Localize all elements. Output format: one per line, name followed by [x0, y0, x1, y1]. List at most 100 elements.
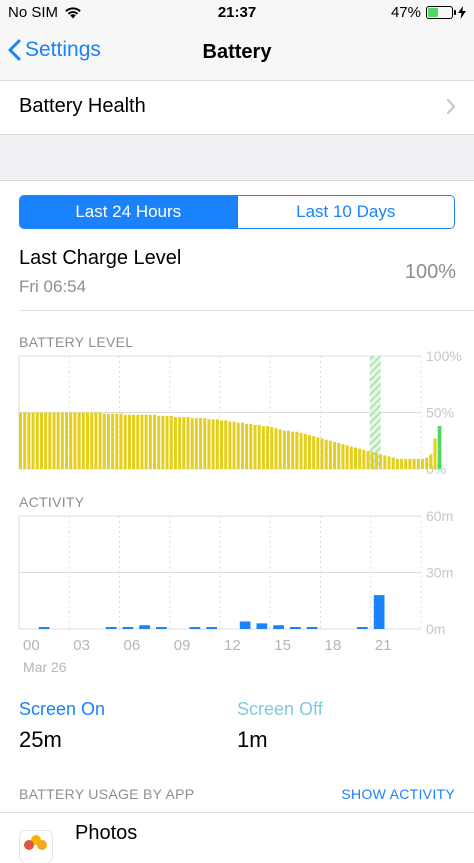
photos-app-icon: [20, 831, 52, 863]
battery-level-bar: [98, 412, 102, 469]
activity-x-tick-label: 12: [224, 637, 241, 654]
battery-level-bar: [182, 417, 186, 469]
activity-date-label: Mar 26: [23, 659, 67, 675]
battery-level-bar: [299, 432, 303, 469]
screen-on-label: Screen On: [19, 699, 106, 719]
app-name: Photos: [75, 822, 138, 844]
battery-level-bar: [224, 420, 228, 469]
battery-level-bar: [203, 418, 207, 469]
activity-bar: [156, 627, 167, 629]
battery-level-bar: [395, 458, 399, 469]
battery-level-bar: [77, 412, 81, 469]
show-activity-button[interactable]: SHOW ACTIVITY: [341, 786, 455, 802]
battery-level-bar: [266, 426, 270, 469]
battery-level-bar: [157, 415, 161, 469]
battery-level-bar: [190, 418, 194, 469]
battery-level-bar: [228, 421, 232, 469]
battery-level-bar: [186, 417, 190, 469]
battery-level-bar: [220, 420, 224, 469]
activity-bar: [189, 627, 201, 629]
battery-level-bar: [421, 458, 425, 469]
battery-level-bar: [39, 412, 43, 469]
battery-level-bar: [111, 413, 115, 469]
battery-level-bar: [60, 412, 64, 469]
activity-bar: [273, 625, 284, 629]
activity-x-tick-label: 06: [124, 637, 141, 654]
battery-level-bar: [144, 414, 148, 469]
battery-level-bar: [383, 455, 387, 469]
battery-level-bar: [287, 430, 291, 469]
battery-level-bar: [86, 412, 90, 469]
battery-level-bar: [165, 415, 169, 469]
battery-level-bar: [123, 414, 127, 469]
battery-level-bar: [278, 429, 282, 469]
battery-level-bar: [253, 424, 257, 469]
activity-bar: [122, 627, 134, 629]
activity-bar: [206, 627, 217, 629]
battery-level-bar: [274, 428, 278, 469]
screen-off-value: 1m: [237, 727, 268, 752]
battery-level-bar: [19, 412, 23, 469]
activity-bar: [290, 627, 301, 629]
battery-level-bar: [358, 448, 362, 469]
battery-level-bar: [178, 417, 182, 469]
battery-level-bar: [211, 419, 215, 469]
battery-level-bar: [245, 423, 249, 469]
battery-level-bar: [316, 437, 320, 469]
battery-level-bar: [199, 418, 203, 469]
battery-level-bar: [379, 454, 383, 469]
battery-level-bar: [23, 412, 27, 469]
battery-level-bar: [81, 412, 85, 469]
screen-off-label: Screen Off: [237, 699, 323, 719]
battery-level-bar: [194, 418, 198, 469]
activity-bar: [239, 621, 251, 629]
battery-level-bar: [261, 426, 265, 469]
activity-y-tick-label: 30m: [426, 565, 453, 581]
activity-bar: [38, 627, 50, 629]
battery-level-bar: [303, 433, 307, 469]
battery-level-bar: [345, 445, 349, 469]
battery-level-bar: [90, 412, 94, 469]
battery-level-bar: [374, 453, 378, 469]
battery-level-bar: [341, 444, 345, 469]
battery-level-bar: [320, 438, 324, 469]
battery-level-bar: [433, 438, 437, 469]
activity-y-tick-label: 60m: [426, 508, 453, 524]
battery-level-bar: [249, 423, 253, 469]
activity-bar: [373, 595, 385, 629]
battery-level-bar: [400, 458, 404, 469]
activity-x-tick-label: 09: [174, 637, 191, 654]
battery-level-bar: [115, 413, 119, 469]
battery-level-bar: [324, 439, 328, 469]
battery-level-bar: [291, 431, 295, 469]
app-row-photos[interactable]: Photos: [0, 813, 474, 863]
battery-level-bar: [132, 414, 136, 469]
battery-level-bar: [412, 458, 416, 469]
battery-level-bar: [106, 413, 110, 469]
battery-level-bar: [148, 414, 152, 469]
battery-level-bar: [127, 414, 131, 469]
battery-level-bar: [140, 414, 144, 469]
battery-level-bar: [119, 413, 123, 469]
activity-x-tick-label: 03: [73, 637, 90, 654]
battery-level-bar: [312, 436, 316, 469]
battery-level-bar: [136, 414, 140, 469]
battery-level-bar: [48, 412, 52, 469]
charging-bar: [437, 426, 442, 469]
battery-y-tick-label: 50%: [426, 405, 454, 421]
battery-level-bar: [391, 457, 395, 469]
screen-on-value: 25m: [19, 727, 62, 752]
battery-level-bar: [295, 431, 299, 469]
battery-level-bar: [240, 422, 244, 469]
battery-level-bar: [416, 458, 420, 469]
battery-level-bar: [370, 452, 374, 469]
battery-level-bar: [307, 435, 311, 469]
battery-level-bar: [27, 412, 31, 469]
battery-level-bar: [387, 456, 391, 469]
battery-level-bar: [207, 419, 211, 469]
battery-charts: 100%50%0%60m30m0m0003060912151821Mar 26: [18, 348, 462, 675]
battery-level-bar: [65, 412, 69, 469]
battery-level-bar: [236, 422, 240, 469]
activity-bar: [306, 627, 318, 629]
battery-level-bar: [232, 421, 236, 469]
